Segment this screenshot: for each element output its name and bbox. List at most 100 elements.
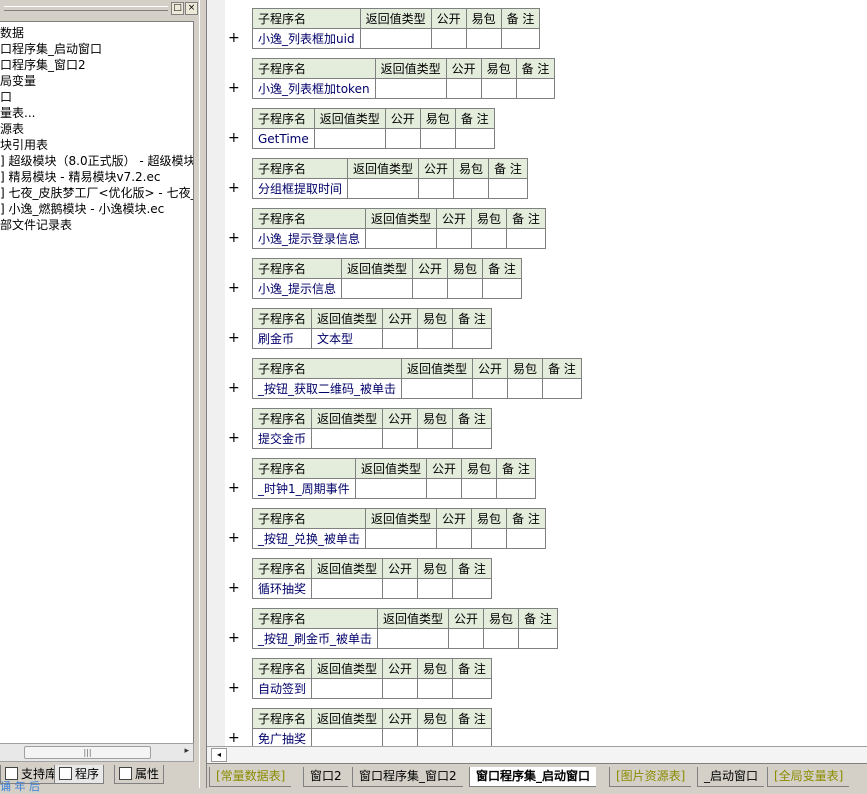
return-type-cell[interactable] [365, 228, 438, 249]
note-cell[interactable] [515, 78, 556, 99]
return-type-cell[interactable] [377, 628, 450, 649]
tab-program[interactable]: 程序 [54, 765, 105, 784]
return-type-cell[interactable] [347, 178, 420, 199]
expand-icon[interactable]: + [228, 480, 240, 496]
tree-item[interactable]: 口程序集_启动窗口 [0, 41, 102, 57]
return-type-cell[interactable] [311, 428, 384, 449]
subroutine-name[interactable]: 刷金币 [251, 328, 313, 349]
scroll-thumb[interactable]: ||| [24, 746, 151, 759]
subroutine-name[interactable]: 小逸_提示登录信息 [251, 228, 367, 249]
expand-icon[interactable]: + [228, 680, 240, 696]
easy-pack-cell[interactable] [471, 528, 508, 549]
easy-pack-cell[interactable] [447, 278, 484, 299]
easy-pack-cell[interactable] [461, 478, 498, 499]
subroutine-name[interactable]: 小逸_列表框加token [252, 78, 376, 99]
expand-icon[interactable]: + [228, 730, 240, 746]
close-icon[interactable]: × [185, 2, 198, 15]
subroutine-name[interactable]: 小逸_提示信息 [251, 278, 343, 299]
document-tab[interactable]: 窗口程序集_启动窗口 [469, 767, 597, 787]
expand-icon[interactable]: + [228, 130, 240, 146]
note-cell[interactable] [506, 228, 546, 249]
easy-pack-cell[interactable] [483, 628, 520, 649]
document-tab[interactable]: [全局变量表] [767, 767, 850, 787]
public-cell[interactable] [382, 428, 419, 449]
subroutine-name[interactable]: _按钮_兑换_被单击 [251, 528, 367, 549]
scroll-right-icon[interactable]: ▸ [184, 746, 189, 756]
tree-item[interactable]: 口 [0, 89, 12, 105]
note-cell[interactable] [488, 178, 528, 199]
expand-icon[interactable]: + [228, 580, 240, 596]
expand-icon[interactable]: + [228, 630, 240, 646]
note-cell[interactable] [452, 728, 492, 746]
public-cell[interactable] [382, 578, 419, 599]
subroutine-name[interactable]: _按钮_刷金币_被单击 [251, 628, 379, 649]
expand-icon[interactable]: + [228, 330, 240, 346]
expand-icon[interactable]: + [228, 430, 240, 446]
scroll-left-icon[interactable]: ◂ [211, 748, 227, 762]
editor-horizontal-scrollbar[interactable]: ◂ [207, 746, 867, 763]
subroutine-name[interactable]: 免广抽奖 [251, 728, 313, 746]
easy-pack-cell[interactable] [417, 328, 454, 349]
public-cell[interactable] [436, 228, 473, 249]
public-cell[interactable] [472, 378, 509, 399]
easy-pack-cell[interactable] [417, 428, 454, 449]
return-type-cell[interactable]: 文本型 [311, 328, 384, 349]
return-type-cell[interactable] [311, 728, 384, 746]
subroutine-name[interactable]: _按钮_获取二维码_被单击 [251, 378, 403, 399]
easy-pack-cell[interactable] [471, 228, 508, 249]
easy-pack-cell[interactable] [507, 378, 544, 399]
note-cell[interactable] [500, 28, 541, 49]
tree-item[interactable]: ] 小逸_燃鹅模块 - 小逸模块.ec [0, 201, 164, 217]
easy-pack-cell[interactable] [417, 678, 454, 699]
easy-pack-cell[interactable] [417, 578, 454, 599]
expand-icon[interactable]: + [228, 30, 240, 46]
subroutine-name[interactable]: 分组框提取时间 [251, 178, 349, 199]
expand-icon[interactable]: + [228, 180, 240, 196]
return-type-cell[interactable] [311, 678, 384, 699]
tree-item[interactable]: ] 精易模块 - 精易模块v7.2.ec [0, 169, 160, 185]
tab-property[interactable]: 属性 [114, 765, 165, 784]
tree-item[interactable]: 块引用表 [0, 137, 48, 153]
note-cell[interactable] [482, 278, 522, 299]
tree-item[interactable]: 局变量 [0, 73, 36, 89]
public-cell[interactable] [384, 128, 421, 149]
note-cell[interactable] [452, 428, 492, 449]
expand-icon[interactable]: + [228, 80, 240, 96]
panel-grip[interactable] [4, 6, 168, 11]
return-type-cell[interactable] [365, 528, 438, 549]
return-type-cell[interactable] [311, 578, 384, 599]
public-cell[interactable] [382, 728, 419, 746]
return-type-cell[interactable] [341, 278, 414, 299]
easy-pack-cell[interactable] [453, 178, 490, 199]
document-tab[interactable]: 窗口2 [303, 767, 348, 787]
public-cell[interactable] [448, 628, 485, 649]
subroutine-name[interactable]: _时钟1_周期事件 [252, 478, 356, 499]
return-type-cell[interactable] [374, 78, 447, 99]
public-cell[interactable] [436, 528, 473, 549]
subroutine-name[interactable]: 提交金币 [251, 428, 313, 449]
tree-horizontal-scrollbar[interactable]: ||| ▸ [0, 743, 194, 762]
tree-item[interactable]: 量表... [0, 105, 35, 121]
subroutine-name[interactable]: 小逸_列表框加uid [252, 28, 361, 49]
public-cell[interactable] [412, 278, 449, 299]
document-tab[interactable]: _启动窗口 [697, 767, 765, 787]
easy-pack-cell[interactable] [465, 28, 502, 49]
easy-pack-cell[interactable] [480, 78, 517, 99]
note-cell[interactable] [506, 528, 546, 549]
document-tab[interactable]: [常量数据表] [209, 767, 292, 787]
document-tab[interactable]: 窗口程序集_窗口2 [352, 767, 463, 787]
expand-icon[interactable]: + [228, 280, 240, 296]
tree-item[interactable]: 源表 [0, 121, 24, 137]
tree-item[interactable]: 口程序集_窗口2 [0, 57, 86, 73]
return-type-cell[interactable] [354, 478, 428, 499]
subroutine-name[interactable]: GetTime [252, 128, 315, 149]
code-editor[interactable]: + 子程序名 返回值类型 公开 易包备 注小逸_列表框加uid + 子程序名 返回值类型 公开易… [207, 0, 867, 746]
expand-icon[interactable]: + [228, 230, 240, 246]
note-cell[interactable] [452, 328, 492, 349]
subroutine-name[interactable]: 自动签到 [251, 678, 313, 699]
note-cell[interactable] [452, 578, 492, 599]
document-tab[interactable]: [图片资源表] [609, 767, 692, 787]
panel-splitter[interactable] [199, 0, 207, 788]
public-cell[interactable] [418, 178, 455, 199]
easy-pack-cell[interactable] [417, 728, 454, 746]
